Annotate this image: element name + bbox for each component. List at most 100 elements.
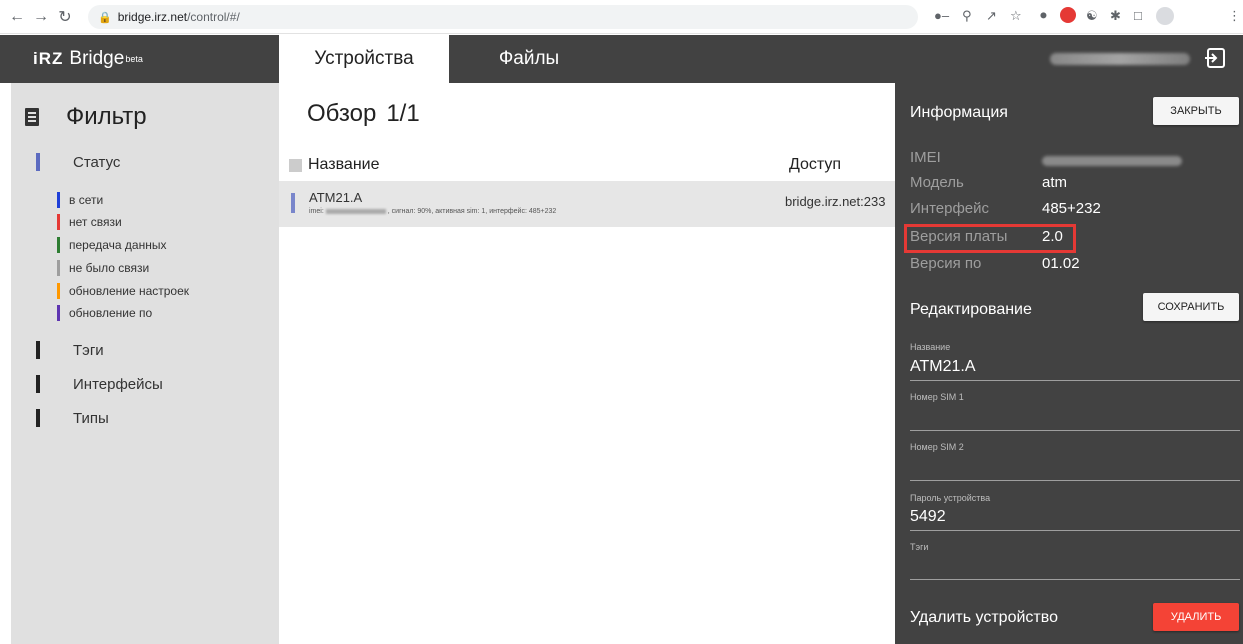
status-color-never [57, 260, 60, 276]
status-filter-online[interactable]: в сети [57, 189, 103, 211]
types-marker [36, 409, 40, 427]
overview-title: Обзор [307, 100, 377, 127]
sidepanel-icon[interactable]: □ [1134, 8, 1142, 23]
highlight-box [904, 224, 1076, 253]
tags-marker [36, 341, 40, 359]
save-button[interactable]: СОХРАНИТЬ [1143, 293, 1239, 321]
filter-title: Фильтр [66, 103, 147, 130]
app-name: Bridge [69, 48, 125, 69]
bookmark-star-icon[interactable]: ☆ [1010, 8, 1022, 24]
device-access[interactable]: bridge.irz.net:233 [785, 194, 895, 209]
zoom-icon[interactable]: ⚲ [962, 8, 972, 24]
lock-icon: 🔒 [98, 11, 112, 24]
info-title: Информация [910, 104, 1008, 121]
software-version-value: 01.02 [1042, 255, 1080, 272]
delete-button[interactable]: УДАЛИТЬ [1153, 603, 1239, 631]
shield-extension-icon[interactable]: ⚫ [1038, 8, 1049, 24]
status-color-offline [57, 214, 60, 230]
filter-section-types[interactable]: Типы [36, 409, 109, 427]
edit-title: Редактирование [910, 301, 1032, 318]
device-info-panel: Информация ЗАКРЫТЬ IMEI Модель atm Интер… [895, 83, 1243, 644]
device-name: ATM21.A [309, 190, 363, 205]
share-icon[interactable]: ↗ [986, 8, 997, 24]
status-filter-transfer[interactable]: передача данных [57, 234, 166, 256]
status-filter-label: обновление по [69, 306, 153, 320]
imei-value-blurred [1042, 156, 1182, 166]
select-all-checkbox[interactable] [289, 159, 302, 172]
close-button[interactable]: ЗАКРЫТЬ [1153, 97, 1239, 125]
logout-icon[interactable] [1203, 46, 1227, 70]
url-host: bridge.irz.net [117, 10, 188, 24]
tags-field-underline [910, 579, 1240, 580]
interface-value: 485+232 [1042, 200, 1101, 217]
interfaces-label: Интерфейсы [73, 375, 163, 393]
filter-header: Фильтр [25, 103, 147, 131]
status-filter-firmware-update[interactable]: обновление по [57, 302, 152, 324]
filter-section-tags[interactable]: Тэги [36, 341, 104, 359]
password-field-label: Пароль устройства [910, 493, 991, 503]
password-field-underline [910, 530, 1240, 531]
software-version-label: Версия по [910, 255, 982, 272]
tags-field-label: Тэги [910, 542, 929, 552]
tab-devices[interactable]: Устройства [279, 35, 449, 83]
profile-avatar[interactable] [1156, 7, 1174, 25]
sim2-field-underline [910, 480, 1240, 481]
user-email-blurred [1050, 53, 1190, 65]
status-filter-label: нет связи [69, 215, 122, 229]
beta-badge: beta [125, 54, 143, 64]
name-field-underline [910, 380, 1240, 381]
key-icon[interactable]: ●– [934, 8, 949, 23]
row-status-marker [291, 193, 295, 213]
sim1-field-label: Номер SIM 1 [910, 392, 964, 402]
types-label: Типы [73, 409, 109, 427]
model-value: atm [1042, 174, 1068, 191]
filter-list-icon [25, 108, 39, 126]
password-field[interactable]: 5492 [910, 508, 946, 526]
tab-files[interactable]: Файлы [449, 35, 609, 83]
reload-icon[interactable]: ↻ [54, 6, 76, 28]
tags-label: Тэги [73, 341, 104, 359]
imei-label: IMEI [910, 149, 941, 166]
status-color-online [57, 192, 60, 208]
sim1-field-underline [910, 430, 1240, 431]
status-filter-label: обновление настроек [69, 284, 190, 298]
back-icon[interactable]: ← [6, 6, 28, 28]
status-filter-offline[interactable]: нет связи [57, 211, 122, 233]
address-bar[interactable]: 🔒 bridge.irz.net/control/#/ [88, 5, 918, 29]
status-filter-never[interactable]: не было связи [57, 257, 149, 279]
browser-toolbar: ← → ↻ 🔒 bridge.irz.net/control/#/ ●– ⚲ ↗… [0, 0, 1243, 34]
status-color-settings-update [57, 283, 60, 299]
delete-title: Удалить устройство [910, 609, 1058, 626]
filter-section-status[interactable]: Статус [36, 153, 120, 171]
menu-kebab-icon[interactable]: ⋮ [1228, 8, 1241, 24]
filter-sidebar: Фильтр Статус в сети нет связи передача … [11, 83, 279, 644]
column-header-access[interactable]: Доступ [789, 156, 841, 174]
page-title: Обзор 1/1 [307, 100, 420, 128]
forward-icon[interactable]: → [30, 6, 52, 28]
irz-logo: iRZ [33, 49, 64, 68]
column-header-name[interactable]: Название [308, 156, 380, 174]
name-field-label: Название [910, 342, 951, 352]
status-color-firmware-update [57, 305, 60, 321]
interface-label: Интерфейс [910, 200, 990, 217]
tab-devices-label: Устройства [314, 48, 414, 69]
sim2-field-label: Номер SIM 2 [910, 442, 964, 452]
status-filter-label: не было связи [69, 261, 150, 275]
status-filter-label: в сети [69, 193, 104, 207]
status-label: Статус [73, 153, 121, 171]
status-filter-label: передача данных [69, 238, 167, 252]
status-filter-settings-update[interactable]: обновление настроек [57, 280, 189, 302]
name-field[interactable]: ATM21.A [910, 358, 976, 376]
extension-icon[interactable]: ☯ [1086, 8, 1098, 24]
puzzle-icon[interactable]: ✱ [1110, 8, 1121, 24]
brand[interactable]: iRZ Bridge beta [11, 35, 279, 83]
overview-count: 1/1 [386, 100, 420, 127]
device-details-rest: , сигнал: 90%, активная sim: 1, интерфей… [387, 208, 557, 215]
adblock-icon[interactable] [1060, 7, 1076, 23]
status-marker [36, 153, 40, 171]
table-row[interactable]: ATM21.A imei: , сигнал: 90%, активная si… [279, 181, 895, 227]
tab-files-label: Файлы [498, 48, 560, 69]
model-label: Модель [910, 174, 964, 191]
url-path: /control/#/ [187, 10, 240, 24]
filter-section-interfaces[interactable]: Интерфейсы [36, 375, 163, 393]
